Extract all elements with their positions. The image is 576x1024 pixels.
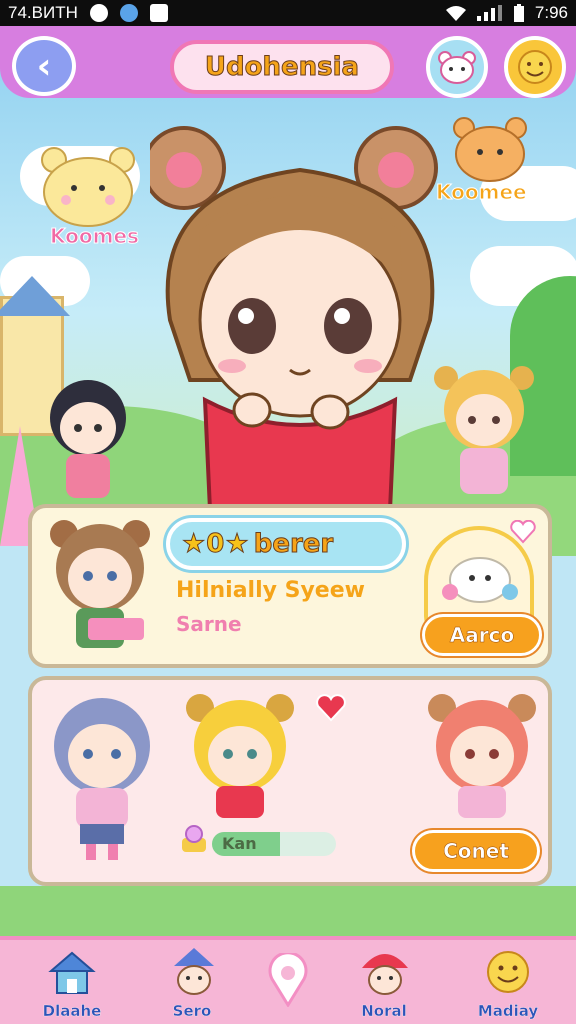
nav-item-madiay[interactable]: Madiay — [458, 940, 558, 1024]
status-bar: 74.ВИТН 7:96 — [0, 0, 576, 26]
character-subtitle-secondary: Sarne — [176, 612, 242, 636]
heart-icon[interactable] — [316, 694, 346, 722]
yellow-bear-character — [41, 147, 135, 227]
nav-label: Dlaahe — [42, 1002, 102, 1020]
wifi-icon — [445, 6, 466, 21]
action-button-primary[interactable]: Aarco — [422, 614, 542, 656]
battery-icon — [513, 4, 524, 22]
progress-label: Kan — [222, 834, 257, 853]
yellow-hair-character — [186, 694, 294, 818]
bear-face-icon — [438, 51, 476, 84]
top-bar: ‹ Udohensia — [0, 26, 576, 106]
rating-stars: ★0★ — [182, 529, 250, 560]
app-icon — [119, 4, 138, 22]
carrier-text: 74.ВИТН — [8, 3, 78, 22]
nav-item-home[interactable]: Dlaahe — [22, 940, 122, 1024]
brown-hair-character — [50, 520, 150, 648]
ground — [0, 886, 576, 938]
pet-button[interactable] — [426, 36, 488, 98]
nav-label: Madiay — [477, 1002, 539, 1020]
mushroom-character-icon — [362, 954, 408, 995]
nav-label: Noral — [361, 1002, 407, 1020]
dark-hair-character — [50, 380, 126, 498]
orange-bear-character — [453, 117, 527, 182]
notification-icon — [89, 4, 108, 22]
smiley-icon — [518, 50, 552, 84]
smiley-icon — [487, 951, 529, 993]
clock-text: 7:96 — [534, 3, 568, 22]
house-icon — [48, 951, 96, 994]
hero-character — [150, 126, 438, 510]
nav-item-search[interactable]: Sero — [142, 940, 242, 1024]
character-roster-panel: Kan Conet — [28, 676, 552, 886]
nav-item-normal[interactable]: Noral — [334, 940, 434, 1024]
character-subtitle: Hilnially Syeew — [176, 578, 365, 603]
action-button-secondary[interactable]: Conet — [412, 830, 540, 872]
nav-label: Sero — [172, 1002, 212, 1020]
emoji-button[interactable] — [504, 36, 566, 98]
gem-icon — [182, 825, 206, 852]
character-name: berer — [253, 529, 334, 560]
page-title: Udohensia — [170, 40, 394, 94]
map-pin-button[interactable] — [256, 948, 320, 1012]
featured-character-panel: ★0★ berer Hilnially Syeew Sarne Aarco — [28, 504, 552, 668]
cloud-pet-icon — [442, 557, 518, 603]
gnome-icon — [174, 948, 214, 995]
character-tag-left: Koomes — [50, 224, 140, 249]
blonde-character — [434, 366, 534, 494]
signal-icon — [476, 5, 502, 21]
blue-hair-character — [54, 698, 150, 860]
red-hair-character — [428, 694, 536, 818]
camera-icon — [149, 4, 168, 22]
character-name-pill: ★0★ berer — [166, 518, 406, 570]
map-pin-icon — [268, 953, 308, 1007]
heart-icon[interactable] — [510, 520, 536, 544]
back-button[interactable]: ‹ — [12, 36, 76, 96]
chevron-left-icon: ‹ — [36, 45, 52, 87]
